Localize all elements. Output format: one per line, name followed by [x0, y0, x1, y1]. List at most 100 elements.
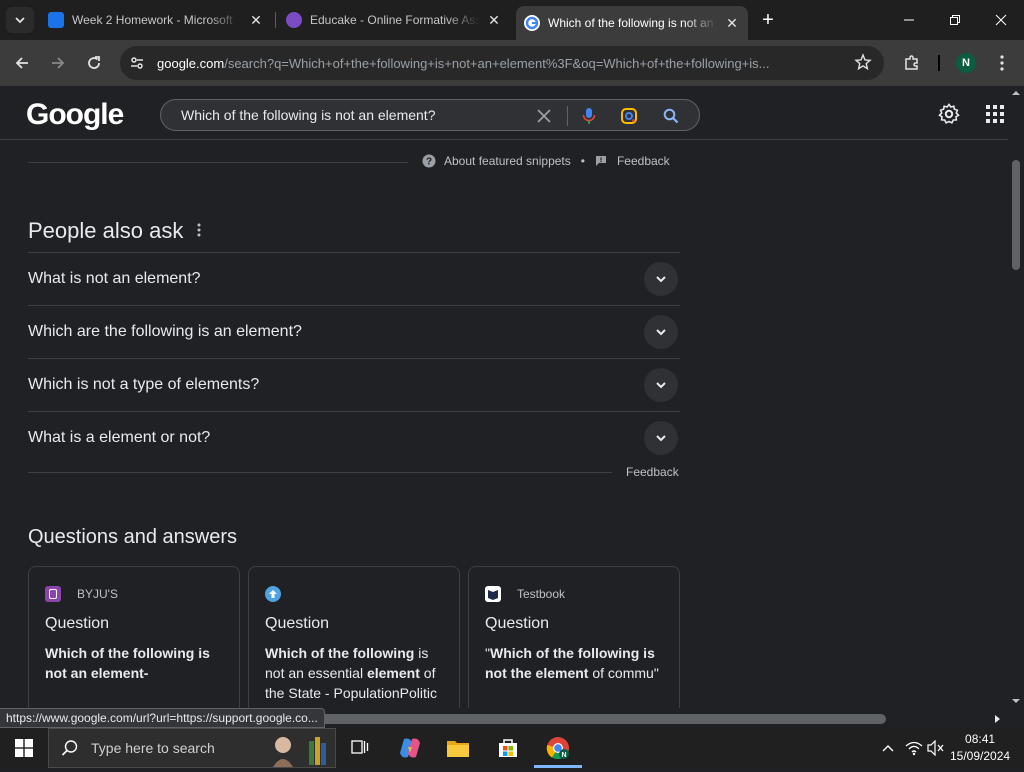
expand-button[interactable] — [644, 315, 678, 349]
chevron-down-icon — [15, 17, 25, 24]
scroll-up-arrow-icon[interactable] — [1008, 88, 1024, 98]
google-apps-button[interactable] — [982, 101, 1008, 127]
star-icon — [854, 53, 872, 71]
show-hidden-icons-button[interactable] — [878, 736, 898, 760]
close-icon[interactable]: ✕ — [724, 15, 740, 31]
bookmark-star-button[interactable] — [854, 53, 872, 76]
qa-card-testbook[interactable]: Testbook Question "Which of the followin… — [468, 566, 680, 708]
search-icon — [61, 740, 78, 756]
close-icon[interactable]: ✕ — [248, 12, 264, 28]
network-button[interactable] — [904, 736, 924, 760]
paa-question-4[interactable]: What is a element or not? — [28, 411, 680, 464]
scrollbar-thumb[interactable] — [310, 714, 886, 724]
minimize-button[interactable] — [886, 0, 932, 40]
taskbar-search-box[interactable]: Type here to search — [48, 728, 336, 768]
file-explorer-button[interactable] — [438, 732, 478, 764]
qa-card-byjus[interactable]: BYJU'S Question Which of the following i… — [28, 566, 240, 708]
tab-google-search[interactable]: Which of the following is not an ✕ — [516, 6, 748, 40]
profile-button[interactable]: N — [952, 49, 980, 77]
scroll-down-arrow-icon[interactable] — [1008, 696, 1024, 706]
volume-button[interactable] — [926, 736, 946, 760]
paa-more-button[interactable] — [190, 220, 208, 240]
minimize-icon — [904, 19, 914, 21]
qa-label: Question — [265, 615, 330, 632]
tab-title: Which of the following is not an — [548, 16, 714, 30]
chrome-taskbar-button[interactable]: N — [538, 732, 578, 764]
task-view-icon — [351, 740, 369, 754]
close-icon[interactable]: ✕ — [486, 12, 502, 28]
microsoft-store-button[interactable] — [488, 732, 528, 764]
paa-question-text: Which is not a type of elements? — [28, 376, 260, 393]
qa-source-name: Testbook — [517, 587, 566, 601]
paa-feedback-link[interactable]: Feedback — [626, 465, 679, 479]
wifi-icon — [905, 741, 923, 756]
address-bar[interactable]: google.com/search?q=Which+of+the+followi… — [120, 46, 884, 80]
voice-search-button[interactable] — [577, 104, 601, 128]
copilot-button[interactable] — [390, 732, 430, 764]
extensions-button[interactable] — [898, 49, 926, 77]
scroll-right-arrow-icon[interactable] — [992, 711, 1004, 727]
apps-grid-icon — [986, 105, 1004, 123]
puzzle-icon — [905, 55, 918, 70]
people-also-ask-heading: People also ask — [28, 218, 184, 243]
qa-source-name: BYJU'S — [77, 587, 118, 601]
clock-date: 15/09/2024 — [950, 749, 1011, 763]
search-input[interactable]: Which of the following is not an element… — [181, 107, 531, 123]
browser-menu-button[interactable] — [988, 49, 1016, 77]
expand-button[interactable] — [644, 262, 678, 296]
start-button[interactable] — [4, 732, 44, 764]
feedback-link[interactable]: Feedback — [617, 154, 670, 168]
paa-question-2[interactable]: Which are the following is an element? — [28, 305, 680, 358]
help-icon: ? — [422, 154, 436, 168]
arrow-left-icon — [15, 57, 28, 69]
chevron-down-icon — [656, 382, 666, 389]
svg-text:?: ? — [426, 157, 432, 168]
paa-question-1[interactable]: What is not an element? — [28, 252, 680, 305]
vertical-scrollbar[interactable] — [1008, 86, 1024, 710]
new-tab-button[interactable]: + — [756, 8, 780, 32]
avatar: N — [956, 53, 976, 73]
site-info-button[interactable] — [123, 49, 151, 77]
mic-icon — [582, 108, 596, 124]
status-bar-url: https://www.google.com/url?url=https://s… — [0, 708, 325, 728]
expand-button[interactable] — [644, 368, 678, 402]
chevron-down-icon — [656, 435, 666, 442]
google-logo[interactable]: Google — [26, 98, 124, 132]
system-clock[interactable]: 08:41 15/09/2024 — [950, 731, 1010, 765]
reload-button[interactable] — [80, 49, 108, 77]
paa-question-3[interactable]: Which is not a type of elements? — [28, 358, 680, 411]
google-icon — [524, 15, 540, 31]
toolbar-divider — [938, 55, 940, 71]
tab-educake[interactable]: Educake - Online Formative Ass ✕ — [278, 6, 510, 34]
clear-search-button[interactable] — [532, 104, 556, 128]
tab-week2-homework[interactable]: Week 2 Homework - Microsoft ✕ — [40, 6, 272, 34]
byjus-icon — [45, 586, 61, 602]
gear-icon — [938, 103, 960, 124]
tab-strip: Week 2 Homework - Microsoft ✕ Educake - … — [0, 0, 1024, 40]
paa-question-text: What is not an element? — [28, 270, 201, 287]
qa-card-2[interactable]: Question Which of the following is not a… — [248, 566, 460, 708]
about-featured-snippets-link[interactable]: About featured snippets — [444, 154, 571, 168]
back-button[interactable] — [8, 49, 36, 77]
url-text[interactable]: google.com/search?q=Which+of+the+followi… — [157, 56, 837, 71]
task-view-button[interactable] — [340, 732, 380, 764]
divider — [28, 472, 612, 473]
qa-plain-text: PopulationPolitic — [333, 685, 437, 701]
browser-toolbar: google.com/search?q=Which+of+the+followi… — [0, 40, 1024, 86]
close-window-button[interactable] — [978, 0, 1024, 40]
tab-title: Educake - Online Formative Ass — [310, 13, 480, 27]
qa-source — [265, 585, 443, 603]
search-box[interactable]: Which of the following is not an element… — [160, 99, 700, 131]
qa-bold-text: Which of the following — [265, 645, 415, 661]
featured-snippet-footer: ? About featured snippets • Feedback — [422, 154, 670, 168]
camera-lens-icon — [621, 108, 637, 124]
restore-button[interactable] — [932, 0, 978, 40]
lens-search-button[interactable] — [617, 104, 641, 128]
tab-search-button[interactable] — [6, 7, 34, 33]
expand-button[interactable] — [644, 421, 678, 455]
forward-button[interactable] — [44, 49, 72, 77]
settings-button[interactable] — [936, 101, 962, 127]
scrollbar-thumb[interactable] — [1012, 160, 1020, 270]
search-submit-button[interactable] — [659, 104, 683, 128]
qa-bold-text: Which of the following is not an element… — [45, 645, 210, 681]
